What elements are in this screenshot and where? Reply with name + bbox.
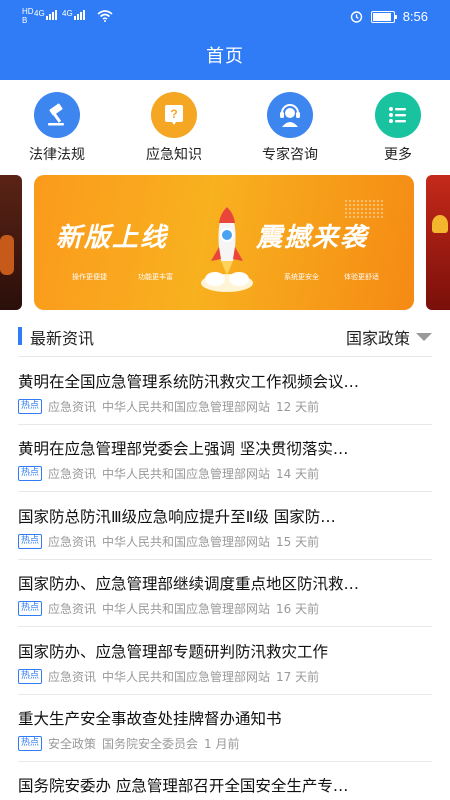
banner-slide[interactable]: 新版上线 震撼来袭 操作更便捷 功能更丰富 系统更安全 体验更舒适 (34, 175, 414, 310)
status-right: 8:56 (350, 9, 428, 24)
divider (18, 626, 432, 627)
divider (18, 559, 432, 560)
category-filter[interactable]: 国家政策 (346, 325, 432, 349)
network-indicators: HD B (22, 7, 34, 25)
news-source: 中华人民共和国应急管理部网站 (102, 535, 271, 549)
news-time: 16 天前 (276, 602, 320, 616)
b-label: B (22, 16, 28, 25)
nav-more[interactable]: 更多 (353, 92, 443, 164)
nav-expert-label: 专家咨询 (262, 147, 318, 163)
divider (18, 491, 432, 492)
news-source: 中华人民共和国应急管理部网站 (102, 670, 271, 684)
wifi-icon (97, 10, 113, 22)
hot-tag: 热点 (18, 399, 43, 414)
banner-carousel[interactable]: 新版上线 震撼来袭 操作更便捷 功能更丰富 系统更安全 体验更舒适 (0, 175, 450, 310)
news-section-header: 最新资讯 国家政策 (18, 322, 432, 354)
news-category: 应急资讯 (48, 467, 97, 481)
news-item[interactable]: 国家防办、应急管理部继续调度重点地区防汛救… 热点 应急资讯 中华人民共和国应急… (18, 572, 432, 639)
news-item[interactable]: 重大生产安全事故查处挂牌督办通知书 热点 安全政策 国务院安全委员会 1 月前 (18, 707, 432, 774)
status-bar: HD B 4G 4G 8:56 (0, 0, 450, 32)
news-item[interactable]: 黄明在应急管理部党委会上强调 坚决贯彻落实… 热点 应急资讯 中华人民共和国应急… (18, 437, 432, 504)
signal-icon (46, 10, 57, 20)
question-icon: ? (151, 92, 197, 138)
news-source: 国务院安全委员会 (102, 737, 199, 751)
nav-more-label: 更多 (384, 147, 412, 163)
news-item[interactable]: 国家防办、应急管理部专题研判防汛救灾工作 热点 应急资讯 中华人民共和国应急管理… (18, 640, 432, 707)
network-type-2: 4G (62, 9, 73, 18)
banner-feature-2: 功能更丰富 (138, 273, 173, 281)
hot-tag: 热点 (18, 736, 43, 751)
hot-tag: 热点 (18, 669, 43, 684)
app-header: HD B 4G 4G 8:56 首页 (0, 0, 450, 80)
category-filter-label: 国家政策 (345, 329, 410, 348)
divider (18, 694, 432, 695)
news-time: 12 天前 (276, 400, 320, 414)
nav-knowledge-label: 应急知识 (146, 147, 202, 163)
news-item[interactable]: 黄明在全国应急管理系统防汛救灾工作视频会议… 热点 应急资讯 中华人民共和国应急… (18, 370, 432, 437)
news-time: 1 月前 (204, 737, 240, 751)
news-category: 应急资讯 (48, 535, 97, 549)
banner-left-text: 新版上线 (56, 223, 169, 253)
divider (18, 356, 432, 357)
news-title: 黄明在应急管理部党委会上强调 坚决贯彻落实… (18, 440, 349, 458)
news-time: 15 天前 (276, 535, 320, 549)
quick-nav: 法律法规 ? 应急知识 专家咨询 更多 (0, 92, 450, 164)
news-category: 安全政策 (48, 737, 97, 751)
news-meta: 热点 应急资讯 中华人民共和国应急管理部网站 16 天前 (18, 600, 319, 617)
network-type-1: 4G (34, 9, 45, 18)
clock: 8:56 (402, 9, 428, 24)
svg-text:?: ? (170, 107, 177, 121)
hd-label: HD (22, 7, 34, 16)
battery-icon (370, 10, 397, 23)
headset-icon (267, 92, 313, 138)
news-meta: 热点 应急资讯 中华人民共和国应急管理部网站 14 天前 (18, 465, 319, 482)
news-source: 中华人民共和国应急管理部网站 (102, 467, 271, 481)
prev-banner-slide[interactable] (0, 175, 22, 310)
news-item[interactable]: 国家防总防汛Ⅲ级应急响应提升至Ⅱ级 国家防… 热点 应急资讯 中华人民共和国应急… (18, 505, 432, 572)
alarm-icon (350, 11, 362, 23)
news-meta: 热点 应急资讯 中华人民共和国应急管理部网站 15 天前 (18, 533, 319, 550)
dropdown-arrow-icon (416, 333, 432, 341)
news-title: 国家防总防汛Ⅲ级应急响应提升至Ⅱ级 国家防… (18, 508, 336, 526)
banner-feature-4: 体验更舒适 (344, 273, 379, 281)
hot-tag: 热点 (18, 534, 43, 549)
gavel-icon (34, 92, 80, 138)
news-item[interactable]: 国务院安委办 应急管理部召开全国安全生产专… (18, 774, 432, 800)
signal-icon-2 (74, 10, 85, 20)
section-title: 最新资讯 (30, 329, 95, 348)
nav-laws-label: 法律法规 (29, 147, 85, 163)
rocket-icon (201, 207, 253, 292)
nav-expert[interactable]: 专家咨询 (245, 92, 335, 164)
news-title: 重大生产安全事故查处挂牌督办通知书 (18, 710, 282, 728)
divider (18, 424, 432, 425)
nav-knowledge[interactable]: ? 应急知识 (129, 92, 219, 164)
news-title: 国家防办、应急管理部继续调度重点地区防汛救… (18, 575, 360, 593)
section-accent-bar (18, 327, 22, 345)
news-title: 黄明在全国应急管理系统防汛救灾工作视频会议… (18, 373, 360, 391)
news-source: 中华人民共和国应急管理部网站 (102, 602, 271, 616)
divider (18, 761, 432, 762)
list-icon (375, 92, 421, 138)
next-banner-slide[interactable] (426, 175, 450, 310)
nav-laws[interactable]: 法律法规 (12, 92, 102, 164)
news-title: 国家防办、应急管理部专题研判防汛救灾工作 (18, 643, 329, 661)
page-title: 首页 (206, 46, 244, 67)
news-category: 应急资讯 (48, 602, 97, 616)
banner-feature-3: 系统更安全 (284, 273, 319, 281)
decorative-dots (344, 199, 384, 219)
hot-tag: 热点 (18, 466, 43, 481)
news-meta: 热点 安全政策 国务院安全委员会 1 月前 (18, 735, 240, 752)
hot-tag: 热点 (18, 601, 43, 616)
banner-feature-1: 操作更便捷 (72, 273, 107, 281)
news-meta: 热点 应急资讯 中华人民共和国应急管理部网站 17 天前 (18, 668, 319, 685)
news-time: 17 天前 (276, 670, 320, 684)
news-category: 应急资讯 (48, 670, 97, 684)
news-source: 中华人民共和国应急管理部网站 (102, 400, 271, 414)
news-category: 应急资讯 (48, 400, 97, 414)
news-title: 国务院安委办 应急管理部召开全国安全生产专… (18, 777, 349, 795)
news-meta: 热点 应急资讯 中华人民共和国应急管理部网站 12 天前 (18, 398, 319, 415)
news-time: 14 天前 (276, 467, 320, 481)
banner-right-text: 震撼来袭 (256, 223, 369, 253)
